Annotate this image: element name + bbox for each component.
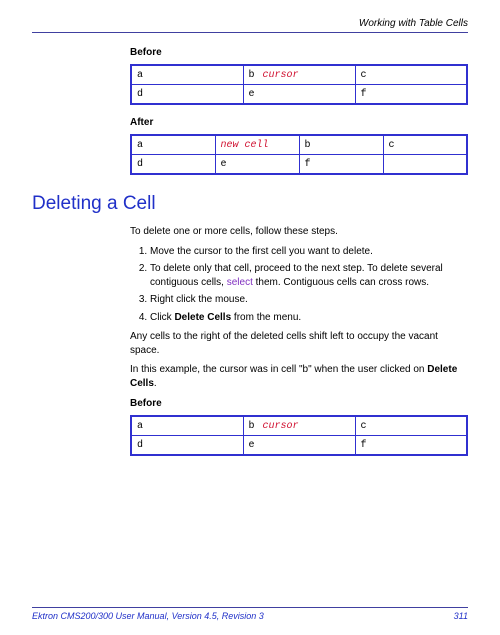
cell: c <box>361 70 367 81</box>
section-heading: Deleting a Cell <box>32 193 468 215</box>
cell: e <box>249 440 255 451</box>
delete-cells-bold: Delete Cells <box>174 312 231 323</box>
after-steps-text: Any cells to the right of the deleted ce… <box>130 330 468 357</box>
cell: d <box>137 89 143 100</box>
cell: c <box>389 140 395 151</box>
before-label-1: Before <box>130 47 468 58</box>
page-footer: Ektron CMS200/300 User Manual, Version 4… <box>32 607 468 621</box>
cell: f <box>361 89 367 100</box>
cell: a <box>137 140 143 151</box>
page-header: Working with Table Cells <box>32 18 468 33</box>
cursor-marker: cursor <box>263 70 299 81</box>
steps-list: Move the cursor to the first cell you wa… <box>130 245 468 325</box>
cell: a <box>137 421 143 432</box>
footer-left: Ektron CMS200/300 User Manual, Version 4… <box>32 611 264 621</box>
step-4: Click Delete Cells from the menu. <box>150 311 468 325</box>
cell: f <box>361 440 367 451</box>
cell: c <box>361 421 367 432</box>
cell: d <box>137 159 143 170</box>
table-after: a new cell b c d e f <box>130 134 468 175</box>
cell: e <box>249 89 255 100</box>
cell: a <box>137 70 143 81</box>
example-part1: In this example, the cursor was in cell … <box>130 364 427 375</box>
cell: d <box>137 440 143 451</box>
example-text: In this example, the cursor was in cell … <box>130 363 468 390</box>
cell: b <box>249 421 255 432</box>
cell: b <box>249 70 255 81</box>
table-before-1: a bcursor c d e f <box>130 64 468 105</box>
page-number: 311 <box>454 611 468 621</box>
intro-text: To delete one or more cells, follow thes… <box>130 225 468 239</box>
step-2: To delete only that cell, proceed to the… <box>150 262 468 289</box>
before-label-2: Before <box>130 398 468 409</box>
newcell-marker: new cell <box>221 140 269 151</box>
step-1: Move the cursor to the first cell you wa… <box>150 245 468 259</box>
table-before-2: a bcursor c d e f <box>130 415 468 456</box>
after-label: After <box>130 117 468 128</box>
step-3: Right click the mouse. <box>150 293 468 307</box>
cursor-marker: cursor <box>263 421 299 432</box>
example-part2: . <box>154 378 157 389</box>
select-link[interactable]: select <box>227 277 253 288</box>
cell: e <box>221 159 227 170</box>
cell: b <box>305 140 311 151</box>
cell: f <box>305 159 311 170</box>
